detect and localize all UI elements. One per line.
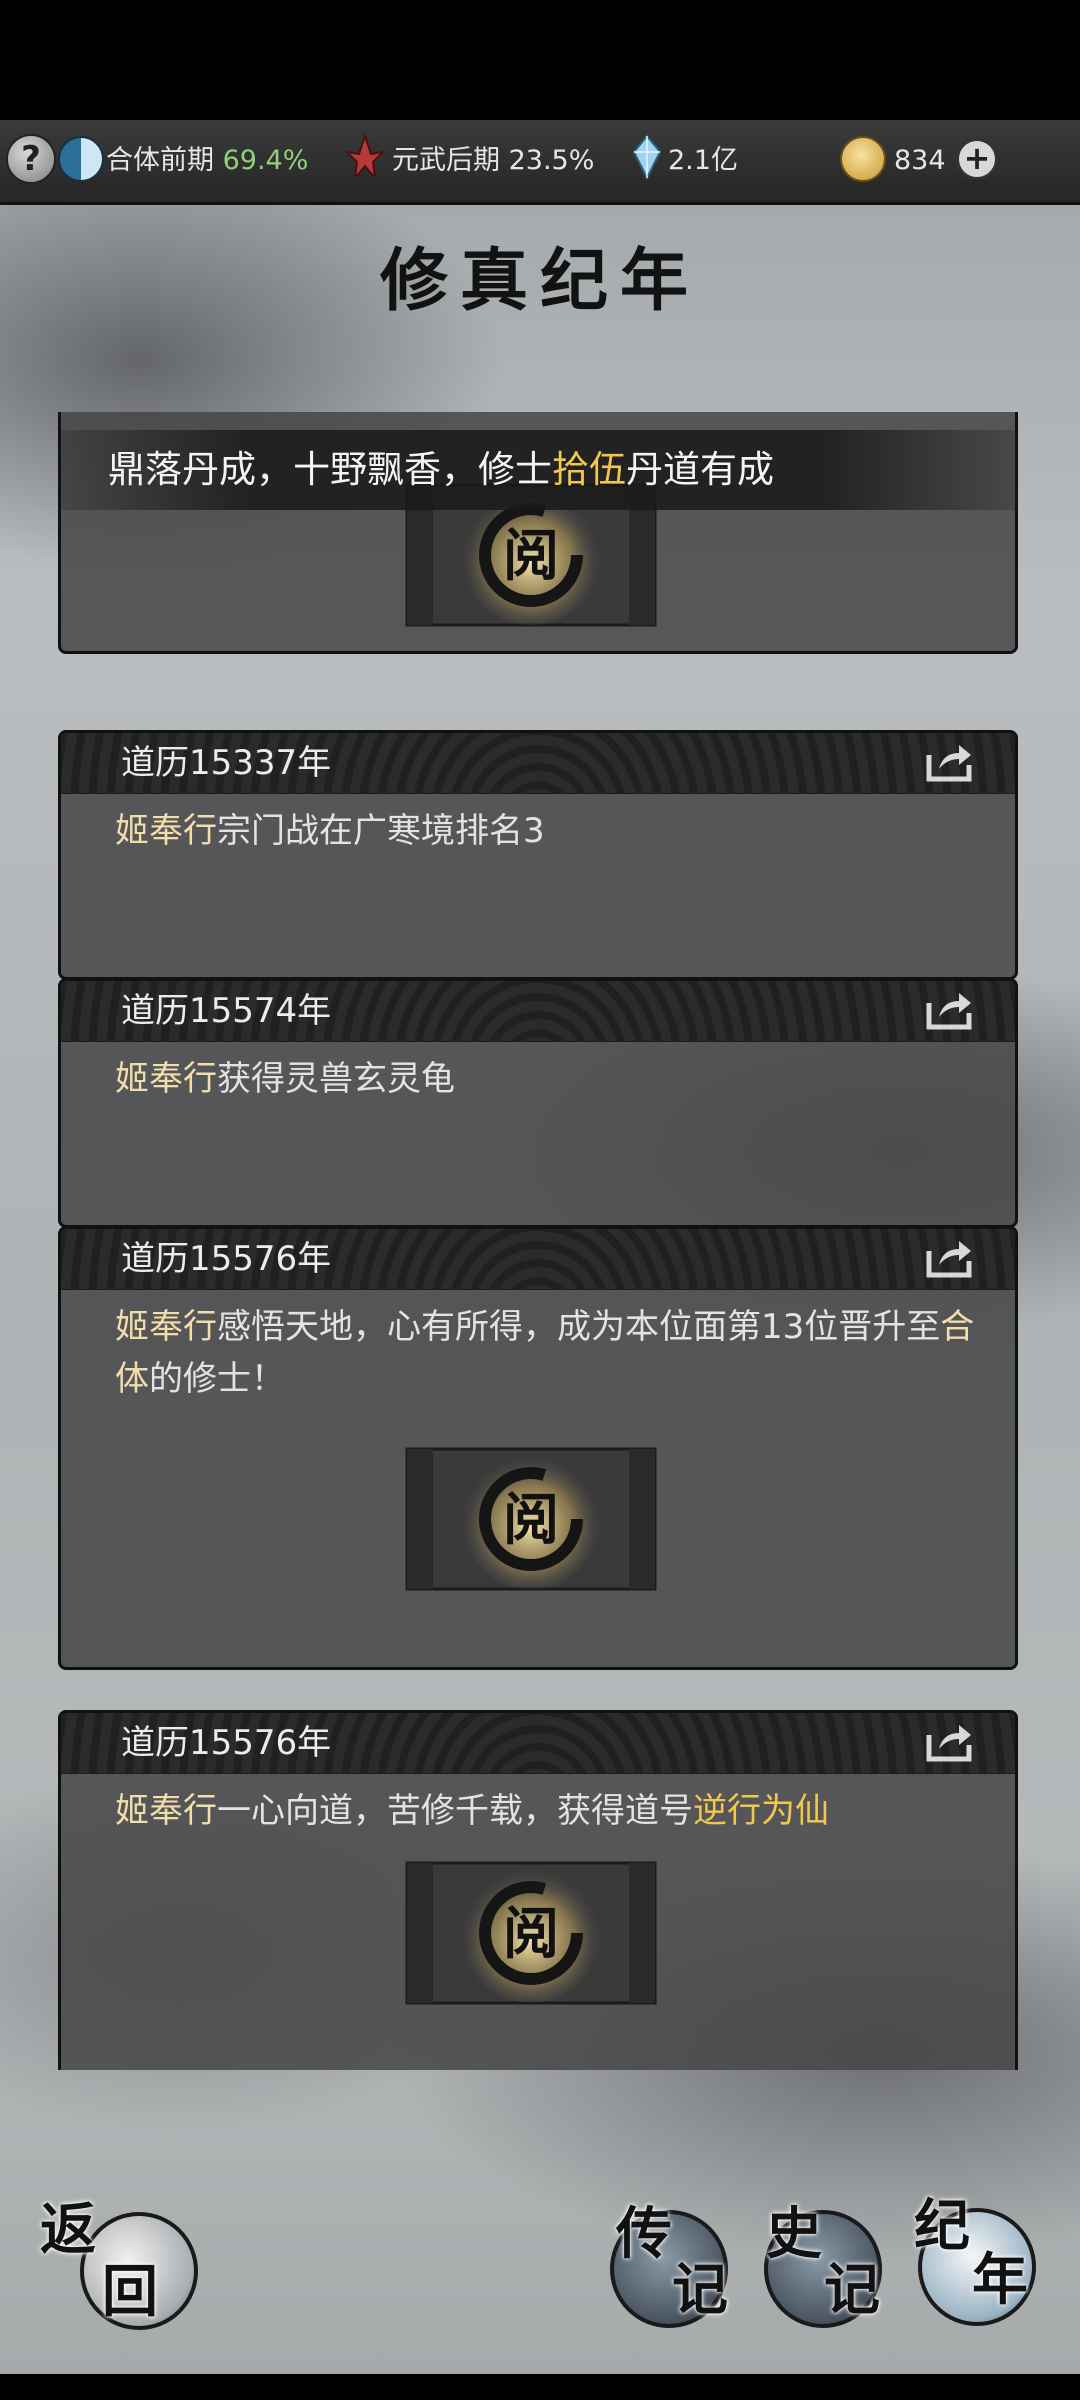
event-description: 感悟天地，心有所得，成为本位面第13位晋升至 <box>217 1307 941 1347</box>
event-text: 姬奉行一心向道，苦修千载，获得道号逆行为仙 <box>115 1785 975 1837</box>
share-icon[interactable] <box>925 1721 973 1763</box>
event-year: 道历15576年 <box>121 1239 332 1279</box>
read-scroll-button[interactable]: 阅 <box>401 1853 661 2013</box>
event-card-header: 道历15337年 <box>61 733 1015 794</box>
back-label-top: 返 <box>40 2197 96 2263</box>
red-flame-icon <box>345 134 385 180</box>
character-name[interactable]: 姬奉行 <box>115 811 217 851</box>
back-label-bottom: 回 <box>102 2259 158 2325</box>
cultivation-stage-label: 合体前期 <box>106 145 214 176</box>
annals-button[interactable]: 纪 年 <box>912 2196 1052 2336</box>
biography-label-top: 传 <box>616 2201 672 2267</box>
gold-coin-icon <box>840 136 886 182</box>
event-card-header: 道历15576年 <box>61 1229 1015 1290</box>
announcement-text-start: 鼎落丹成，十野飘香，修士 <box>108 448 552 491</box>
annals-label-top: 纪 <box>914 2193 970 2259</box>
share-icon[interactable] <box>925 741 973 783</box>
martial-stage: 元武后期 23.5% <box>392 145 595 176</box>
history-label-top: 史 <box>766 2201 822 2267</box>
bottom-bar-blank <box>0 2374 1080 2400</box>
event-description: 一心向道，苦修千载，获得道号 <box>217 1791 693 1831</box>
annals-label-bottom: 年 <box>972 2247 1028 2313</box>
event-text: 姬奉行宗门战在广寒境排名3 <box>115 805 975 857</box>
announcement-text: 鼎落丹成，十野飘香，修士拾伍丹道有成 <box>108 430 928 510</box>
scroll-label: 阅 <box>503 523 559 589</box>
event-card: 道历15576年 姬奉行一心向道，苦修千载，获得道号逆行为仙 阅 <box>58 1710 1018 2070</box>
top-bar-blank <box>0 0 1080 120</box>
plus-icon[interactable]: + <box>956 138 998 180</box>
event-year: 道历15337年 <box>121 743 332 783</box>
scroll-label: 阅 <box>503 1901 559 1967</box>
cultivation-progress: 69.4% <box>222 145 309 176</box>
event-description-end: 的修士！ <box>149 1359 285 1399</box>
event-text: 姬奉行感悟天地，心有所得，成为本位面第13位晋升至合体的修士！ <box>115 1301 975 1405</box>
event-card-header: 道历15576年 <box>61 1713 1015 1774</box>
event-year: 道历15576年 <box>121 1723 332 1763</box>
event-description: 宗门战在广寒境排名3 <box>217 811 545 851</box>
history-button[interactable]: 史 记 <box>758 2200 898 2340</box>
game-screen: ? 合体前期 69.4% 元武后期 23.5% 2.1亿 834 + 修真纪年 <box>0 0 1080 2400</box>
annals-list[interactable]: 阅 道历15337年 姬奉行宗门战在广寒境排名3 道历15574年 姬奉行获得灵… <box>0 412 1080 2070</box>
event-description: 获得灵兽玄灵龟 <box>217 1059 455 1099</box>
yin-yang-icon <box>58 136 104 182</box>
help-icon[interactable]: ? <box>6 134 56 184</box>
announcement-highlight: 拾伍 <box>552 448 626 491</box>
event-card: 道历15337年 姬奉行宗门战在广寒境排名3 <box>58 730 1018 980</box>
resource-status-bar: ? 合体前期 69.4% 元武后期 23.5% 2.1亿 834 + <box>0 120 1080 205</box>
event-card-header: 道历15574年 <box>61 981 1015 1042</box>
character-name[interactable]: 姬奉行 <box>115 1059 217 1099</box>
share-icon[interactable] <box>925 1237 973 1279</box>
jade-count: 834 <box>894 145 946 176</box>
history-label-bottom: 记 <box>824 2257 880 2323</box>
event-year: 道历15574年 <box>121 991 332 1031</box>
event-text: 姬奉行获得灵兽玄灵龟 <box>115 1053 975 1105</box>
character-name[interactable]: 姬奉行 <box>115 1791 217 1831</box>
share-icon[interactable] <box>925 989 973 1031</box>
scroll-label: 阅 <box>503 1487 559 1553</box>
character-name[interactable]: 姬奉行 <box>115 1307 217 1347</box>
read-scroll-button[interactable]: 阅 <box>401 1439 661 1599</box>
event-card: 道历15576年 姬奉行感悟天地，心有所得，成为本位面第13位晋升至合体的修士！… <box>58 1226 1018 1670</box>
dao-title-highlight: 逆行为仙 <box>693 1791 829 1831</box>
biography-button[interactable]: 传 记 <box>608 2200 748 2340</box>
biography-label-bottom: 记 <box>672 2257 728 2323</box>
crystal-icon <box>632 134 662 180</box>
spirit-stone-count: 2.1亿 <box>668 145 738 176</box>
event-card: 道历15574年 姬奉行获得灵兽玄灵龟 <box>58 978 1018 1228</box>
announcement-text-end: 丹道有成 <box>626 448 774 491</box>
back-button[interactable]: 返 回 <box>40 2197 198 2340</box>
cultivation-stage: 合体前期 69.4% <box>106 120 308 202</box>
page-title: 修真纪年 <box>379 241 700 321</box>
